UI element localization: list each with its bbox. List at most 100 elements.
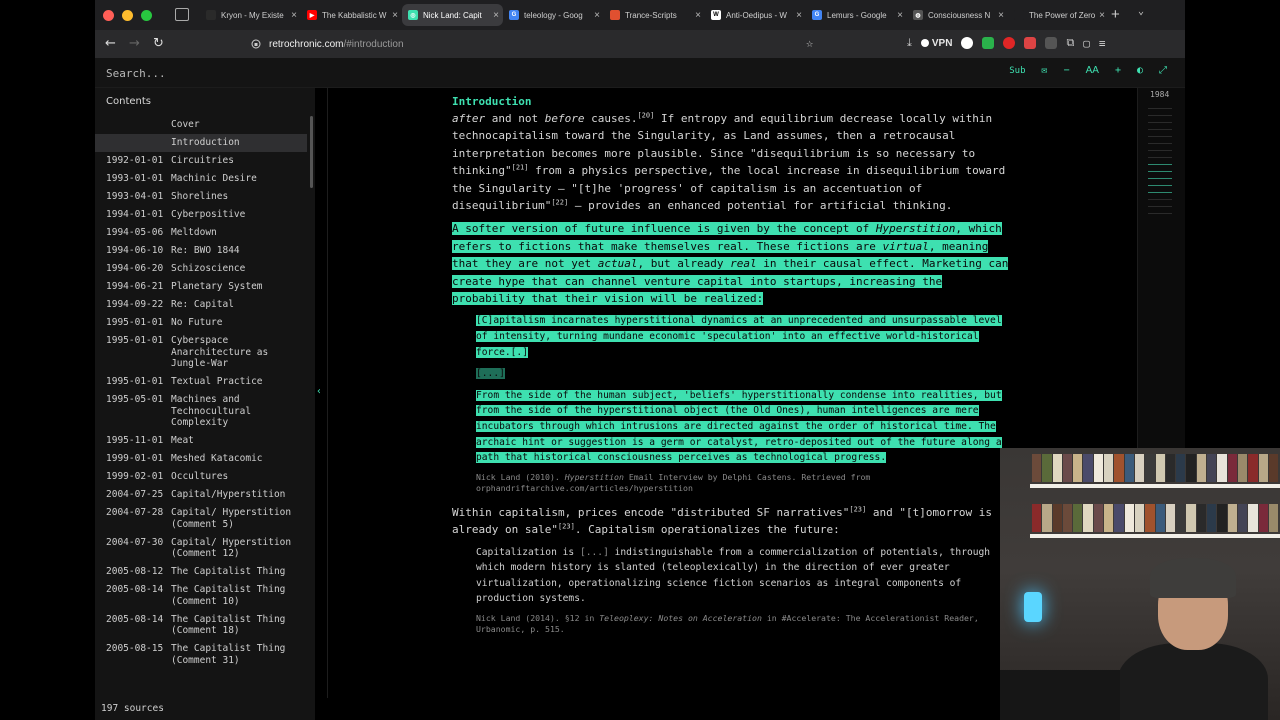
mail-icon[interactable]: ✉ — [1042, 65, 1048, 76]
close-tab-icon[interactable]: × — [493, 10, 499, 21]
toc-item[interactable]: 2005-08-14 The Capitalist Thing (Comment … — [95, 581, 307, 611]
toc-item[interactable]: Introduction — [95, 134, 307, 152]
footnote-link[interactable]: [21] — [512, 164, 529, 172]
browser-tab[interactable]: Trance-Scripts × — [604, 4, 705, 26]
maximize-window-button[interactable] — [141, 10, 152, 21]
toc-item[interactable]: 2005-08-15 The Capitalist Thing (Comment … — [95, 640, 307, 670]
browser-tab[interactable]: ◎ Nick Land: Capit × — [402, 4, 503, 26]
book-spine — [1196, 454, 1207, 482]
minimize-window-button[interactable] — [122, 10, 133, 21]
book-spine — [1093, 454, 1104, 482]
browser-tab[interactable]: Gteleology - Goog × — [503, 4, 604, 26]
toc-item[interactable]: 1993-01-01 Machinic Desire — [95, 170, 307, 188]
forward-arrow-icon[interactable]: → — [129, 36, 140, 51]
footnote-link[interactable]: [20] — [637, 111, 654, 119]
download-icon[interactable]: ⤓ — [907, 36, 912, 50]
close-tab-icon[interactable]: × — [897, 10, 903, 21]
close-tab-icon[interactable]: × — [594, 10, 600, 21]
book-spine — [1093, 504, 1104, 532]
toc-item[interactable]: 1994-05-06 Meltdown — [95, 224, 307, 242]
toc-item[interactable]: 2005-08-12 The Capitalist Thing — [95, 563, 307, 581]
browser-tab[interactable]: W Anti-Oedipus - W × — [705, 4, 806, 26]
toc-date: 1999-01-01 — [106, 453, 164, 464]
sidebar-toggle-icon[interactable]: ▢ — [1083, 37, 1090, 50]
toc-title: Meltdown — [171, 227, 217, 238]
browser-tab[interactable]: The Power of Zero - × — [1008, 4, 1109, 26]
window-controls — [103, 10, 152, 21]
book-spine — [1186, 504, 1196, 532]
highlighted-text: Hyperstition — [875, 222, 956, 236]
toc-item[interactable]: 2004-07-25 Capital/Hyperstition — [95, 486, 307, 504]
address-bar[interactable]: retrochronic.com/#introduction — [245, 34, 825, 54]
book-spine — [1268, 504, 1279, 532]
toc-item[interactable]: 1995-11-01 Meat — [95, 432, 307, 450]
close-tab-icon[interactable]: × — [1099, 10, 1105, 21]
toc-item[interactable]: 1994-09-22 Re: Capital — [95, 296, 307, 314]
citation-author: Nick Land (2010). — [476, 471, 565, 482]
book-spine — [1237, 454, 1248, 482]
toc-item[interactable]: 1992-01-01 Circuitries — [95, 152, 307, 170]
toc-item[interactable]: 1994-06-20 Schizoscience — [95, 260, 307, 278]
toc-title: Cyberpositive — [171, 209, 246, 220]
bookmark-star-icon[interactable]: ☆ — [806, 36, 813, 50]
extension-icon[interactable] — [1003, 37, 1016, 49]
toc-item[interactable]: 1995-01-01 Cyberspace Anarchitecture as J… — [95, 332, 307, 373]
toc-item[interactable]: 2005-08-14 The Capitalist Thing (Comment … — [95, 611, 307, 641]
zoom-in-icon[interactable]: + — [1115, 65, 1121, 76]
subscribe-button[interactable]: Sub — [1009, 66, 1025, 76]
toc-title: Capital/Hyperstition — [171, 489, 286, 500]
zoom-out-icon[interactable]: − — [1064, 65, 1070, 76]
close-window-button[interactable] — [103, 10, 114, 21]
puzzle-icon[interactable]: ⧉ — [1066, 36, 1074, 50]
reload-icon[interactable]: ↻ — [153, 36, 164, 51]
toc-item[interactable]: 2004-07-28 Capital/ Hyperstition (Comment… — [95, 504, 307, 534]
menu-icon[interactable]: ≡ — [1099, 37, 1106, 50]
tab-overview-icon[interactable] — [175, 8, 189, 21]
toc-item[interactable]: 1999-01-01 Meshed Katacomic — [95, 450, 307, 468]
toc-item[interactable]: 1994-06-21 Planetary System — [95, 278, 307, 296]
close-tab-icon[interactable]: × — [291, 10, 297, 21]
sidebar-scrollbar[interactable] — [310, 116, 313, 188]
browser-tab[interactable]: ◍ Consciousness N × — [907, 4, 1008, 26]
extension-icon[interactable] — [961, 37, 974, 49]
toc-item[interactable]: 1993-04-01 Shorelines — [95, 188, 307, 206]
vpn-button[interactable]: VPN — [920, 38, 952, 49]
book-spine — [1237, 504, 1248, 532]
footnote-link[interactable]: [23] — [849, 505, 866, 513]
search-input[interactable] — [106, 65, 306, 81]
toc-item[interactable]: 1995-05-01 Machines and Technocultural Co… — [95, 391, 307, 432]
chevron-down-icon[interactable]: ⌄ — [1138, 6, 1144, 17]
browser-tab[interactable]: ▶ The Kabbalistic W × — [301, 4, 402, 26]
browser-tab[interactable]: G Lemurs - Google × — [806, 4, 907, 26]
reader-tools: Sub ✉ − AA + ◐ ⤢ — [1009, 65, 1167, 76]
section-title: Introduction — [452, 95, 532, 108]
fullscreen-icon[interactable]: ⤢ — [1159, 65, 1167, 76]
toc-item[interactable]: 1995-01-01 Textual Practice — [95, 373, 307, 391]
extension-icon[interactable] — [1045, 37, 1058, 49]
footnote-link[interactable]: [23] — [558, 523, 575, 531]
close-tab-icon[interactable]: × — [392, 10, 398, 21]
toc-item[interactable]: 1999-02-01 Occultures — [95, 468, 307, 486]
extension-icon[interactable] — [982, 37, 995, 49]
theme-toggle-icon[interactable]: ◐ — [1137, 65, 1143, 76]
browser-tab[interactable]: Kryon - My Existe × — [200, 4, 301, 26]
close-tab-icon[interactable]: × — [998, 10, 1004, 21]
toc-title: Machinic Desire — [171, 173, 257, 184]
toc-date: 1993-01-01 — [106, 173, 164, 184]
toc-date — [95, 119, 171, 131]
close-tab-icon[interactable]: × — [695, 10, 701, 21]
font-size-icon[interactable]: AA — [1086, 65, 1099, 76]
toc-item[interactable]: 1994-06-10 Re: BWO 1844 — [95, 242, 307, 260]
favicon-icon: W — [711, 10, 721, 20]
toc-item[interactable]: 1995-01-01 No Future — [95, 314, 307, 332]
close-tab-icon[interactable]: × — [796, 10, 802, 21]
adblock-icon[interactable] — [1024, 37, 1037, 49]
collapse-sidebar-icon[interactable]: ‹ — [316, 386, 322, 397]
new-tab-icon[interactable]: + — [1111, 6, 1120, 23]
back-arrow-icon[interactable]: ← — [105, 36, 116, 51]
footnote-link[interactable]: [22] — [551, 198, 568, 206]
toc-item[interactable]: 1994-01-01 Cyberpositive — [95, 206, 307, 224]
toc-item[interactable]: Cover — [95, 116, 307, 134]
toc-item[interactable]: 2004-07-30 Capital/ Hyperstition (Comment… — [95, 534, 307, 564]
site-info-icon[interactable] — [251, 39, 261, 49]
